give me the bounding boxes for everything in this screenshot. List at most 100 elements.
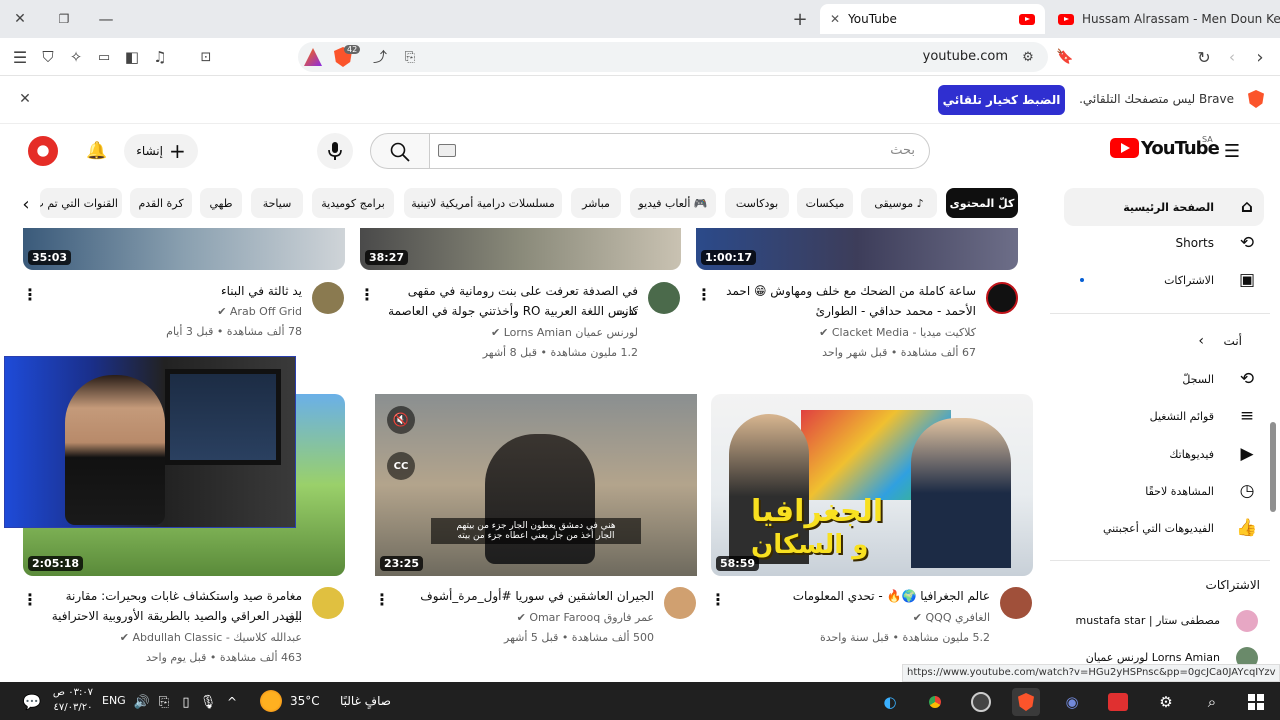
tray-expand-icon[interactable]: ^ bbox=[218, 688, 246, 716]
video-title[interactable]: عالم الجغرافيا 🌍🔥 - تحدي المعلومات bbox=[736, 586, 990, 606]
sidebar-item-liked[interactable]: الفيديوهات التي أعجبتني 👍 bbox=[1064, 509, 1264, 547]
mute-icon[interactable]: 🔇 bbox=[387, 406, 415, 434]
set-default-button[interactable]: الضبط كخيار تلقائي bbox=[938, 85, 1065, 115]
sidebar-item-history[interactable]: السجلّ ⟲ bbox=[1064, 360, 1264, 398]
channel-name[interactable]: لورنس عميان Lorns Amian ✔ bbox=[384, 323, 638, 343]
chip-mixes[interactable]: ميكسات bbox=[797, 188, 853, 218]
chip-football[interactable]: كرة القدم bbox=[130, 188, 192, 218]
chip-channels[interactable]: القنوات التي تم ت bbox=[40, 188, 122, 218]
back-icon[interactable]: › bbox=[1250, 47, 1270, 68]
media-icon[interactable]: ♫ bbox=[150, 47, 170, 67]
chip-podcasts[interactable]: بودكاست bbox=[725, 188, 789, 218]
translate-icon[interactable]: ⎘ bbox=[400, 47, 420, 67]
video-title[interactable]: الأحمد - محمد حداقي - الطوارئ bbox=[720, 301, 976, 321]
weather-text[interactable]: صافٍ غالبًا bbox=[340, 694, 391, 708]
channel-name[interactable]: الغافري QQQ ✔ bbox=[736, 608, 990, 628]
video-title[interactable]: يد ثالثة في البناء bbox=[48, 281, 302, 301]
chip-latin-drama[interactable]: مسلسلات درامية أمريكية لاتينية bbox=[404, 188, 562, 218]
create-button[interactable]: إنشاء + bbox=[124, 134, 198, 168]
sidebar-sub-mustafa[interactable]: mustafa star | مصطفى ستار bbox=[1064, 601, 1264, 639]
minimize-window-icon[interactable]: — bbox=[96, 9, 116, 29]
channel-avatar[interactable] bbox=[986, 282, 1018, 314]
search-input[interactable]: بحث bbox=[428, 133, 930, 169]
close-tab-icon[interactable]: ✕ bbox=[830, 12, 840, 26]
language-indicator[interactable]: ENG bbox=[102, 694, 126, 707]
youtube-logo-icon[interactable] bbox=[1110, 138, 1139, 158]
channel-name[interactable]: Arab Off Grid ✔ bbox=[48, 302, 302, 322]
video-title[interactable]: تدرس اللغة العربية RO وأخذتني جولة في ال… bbox=[384, 301, 638, 321]
tab-youtube[interactable]: ✕ YouTube bbox=[820, 4, 1045, 34]
chip-live[interactable]: مباشر bbox=[571, 188, 621, 218]
channel-avatar[interactable] bbox=[312, 282, 344, 314]
video-thumbnail[interactable]: 1:00:17 bbox=[696, 228, 1018, 270]
channel-avatar[interactable] bbox=[312, 587, 344, 619]
voice-search-button[interactable] bbox=[317, 133, 353, 169]
recorder-app-icon[interactable] bbox=[1104, 688, 1132, 716]
reader-icon[interactable]: ⊡ bbox=[196, 47, 216, 67]
chrome-app-icon[interactable] bbox=[921, 688, 949, 716]
account-avatar[interactable] bbox=[28, 136, 58, 166]
site-settings-icon[interactable]: ⚙ bbox=[1018, 47, 1038, 67]
brave-rewards-icon[interactable] bbox=[304, 48, 322, 66]
more-actions-icon[interactable]: ⋮ bbox=[710, 587, 726, 611]
chip-music[interactable]: موسيقى ♪ bbox=[861, 188, 937, 218]
search-taskbar-icon[interactable]: ⌕ bbox=[1198, 688, 1226, 716]
chip-gaming[interactable]: ألعاب فيديو 🎮 bbox=[630, 188, 716, 218]
channel-avatar[interactable] bbox=[664, 587, 696, 619]
weather-temp[interactable]: 35°C bbox=[290, 694, 320, 708]
more-actions-icon[interactable]: ⋮ bbox=[696, 282, 712, 306]
channel-name[interactable]: عمر فاروق Omar Farooq ✔ bbox=[400, 608, 654, 628]
shield-toolbar-icon[interactable]: ⛉ bbox=[38, 47, 58, 67]
address-bar[interactable]: 42 ⤴ ⎘ youtube.com ⚙ bbox=[298, 42, 1048, 72]
captions-icon[interactable]: CC bbox=[387, 452, 415, 480]
chip-comedy[interactable]: برامج كوميدية bbox=[312, 188, 394, 218]
chip-tourism[interactable]: سياحة bbox=[251, 188, 303, 218]
settings-app-icon[interactable]: ⚙ bbox=[1152, 688, 1180, 716]
video-title[interactable]: الجيران العاشقين في سوريا #أول_مرة_أشوف bbox=[400, 586, 654, 606]
channel-avatar[interactable] bbox=[648, 282, 680, 314]
sidebar-toggle-icon[interactable]: ◧ bbox=[122, 47, 142, 67]
chip-all[interactable]: كلّ المحتوى bbox=[946, 188, 1018, 218]
obs-app-icon[interactable] bbox=[967, 688, 995, 716]
edge-app-icon[interactable]: ◐ bbox=[876, 688, 904, 716]
video-player-preview[interactable]: 🔇 CC هني في دمشق يعطون الجار جزء من بيته… bbox=[375, 394, 697, 576]
extensions-icon[interactable]: ✧ bbox=[66, 47, 86, 67]
close-notice-icon[interactable]: ✕ bbox=[16, 90, 34, 108]
new-tab-icon[interactable]: + bbox=[790, 8, 810, 30]
notifications-taskbar-icon[interactable]: 💬 bbox=[18, 688, 46, 716]
forward-icon[interactable]: ‹ bbox=[1222, 47, 1242, 67]
start-button-icon[interactable] bbox=[1242, 688, 1270, 716]
clock[interactable]: ٠٣:٠٧ ص ٤٧/٠٣/٢٠ bbox=[48, 685, 98, 715]
sidebar-item-watch-later[interactable]: المشاهدة لاحقًا ◷ bbox=[1064, 472, 1264, 510]
sidebar-item-playlists[interactable]: قوائم التشغيل ≡ bbox=[1064, 397, 1264, 435]
chip-cooking[interactable]: طهي bbox=[200, 188, 242, 218]
sidebar-item-home[interactable]: الصفحة الرئيسية ⌂ bbox=[1064, 188, 1264, 226]
channel-name[interactable]: عبدالله كلاسيك - Abdullah Classic ✔ bbox=[48, 628, 302, 648]
more-actions-icon[interactable]: ⋮ bbox=[359, 282, 375, 306]
sidebar-scrollbar[interactable] bbox=[1268, 132, 1278, 632]
channel-avatar[interactable] bbox=[1000, 587, 1032, 619]
discord-app-icon[interactable]: ◉ bbox=[1058, 688, 1086, 716]
sidebar-item-your-videos[interactable]: فيديوهاتك ▶ bbox=[1064, 435, 1264, 473]
sidebar-item-shorts[interactable]: Shorts ⟲ bbox=[1064, 224, 1264, 262]
channel-name[interactable]: كلاكيت ميديا - Clacket Media ✔ bbox=[720, 323, 976, 343]
reload-icon[interactable]: ↻ bbox=[1194, 47, 1214, 67]
search-button[interactable] bbox=[370, 133, 430, 169]
sidebar-item-subscriptions[interactable]: الاشتراكات ▣ bbox=[1064, 261, 1264, 299]
video-title[interactable]: ساعة كاملة من الضحك مع خلف ومهاوش 😁 احمد bbox=[720, 281, 976, 301]
notifications-bell-icon[interactable]: 🔔 bbox=[86, 139, 108, 163]
brave-app-icon[interactable] bbox=[1012, 688, 1040, 716]
more-actions-icon[interactable]: ⋮ bbox=[22, 282, 38, 306]
video-thumbnail[interactable]: الجغرافيا و السكان 58:59 bbox=[711, 394, 1033, 576]
guide-menu-icon[interactable]: ☰ bbox=[1220, 140, 1244, 162]
menu-icon[interactable]: ☰ bbox=[10, 47, 30, 67]
share-icon[interactable]: ⤴ bbox=[370, 47, 390, 67]
chips-scroll-left-icon[interactable]: ‹ bbox=[14, 192, 38, 216]
more-actions-icon[interactable]: ⋮ bbox=[374, 587, 390, 611]
video-thumbnail[interactable]: 38:27 bbox=[360, 228, 681, 270]
more-actions-icon[interactable]: ⋮ bbox=[22, 587, 38, 611]
video-thumbnail[interactable]: 35:03 bbox=[23, 228, 345, 270]
restore-window-icon[interactable]: ❐ bbox=[54, 9, 74, 29]
bookmark-icon[interactable]: 🔖 bbox=[1055, 47, 1075, 67]
keyboard-icon[interactable] bbox=[438, 144, 456, 157]
